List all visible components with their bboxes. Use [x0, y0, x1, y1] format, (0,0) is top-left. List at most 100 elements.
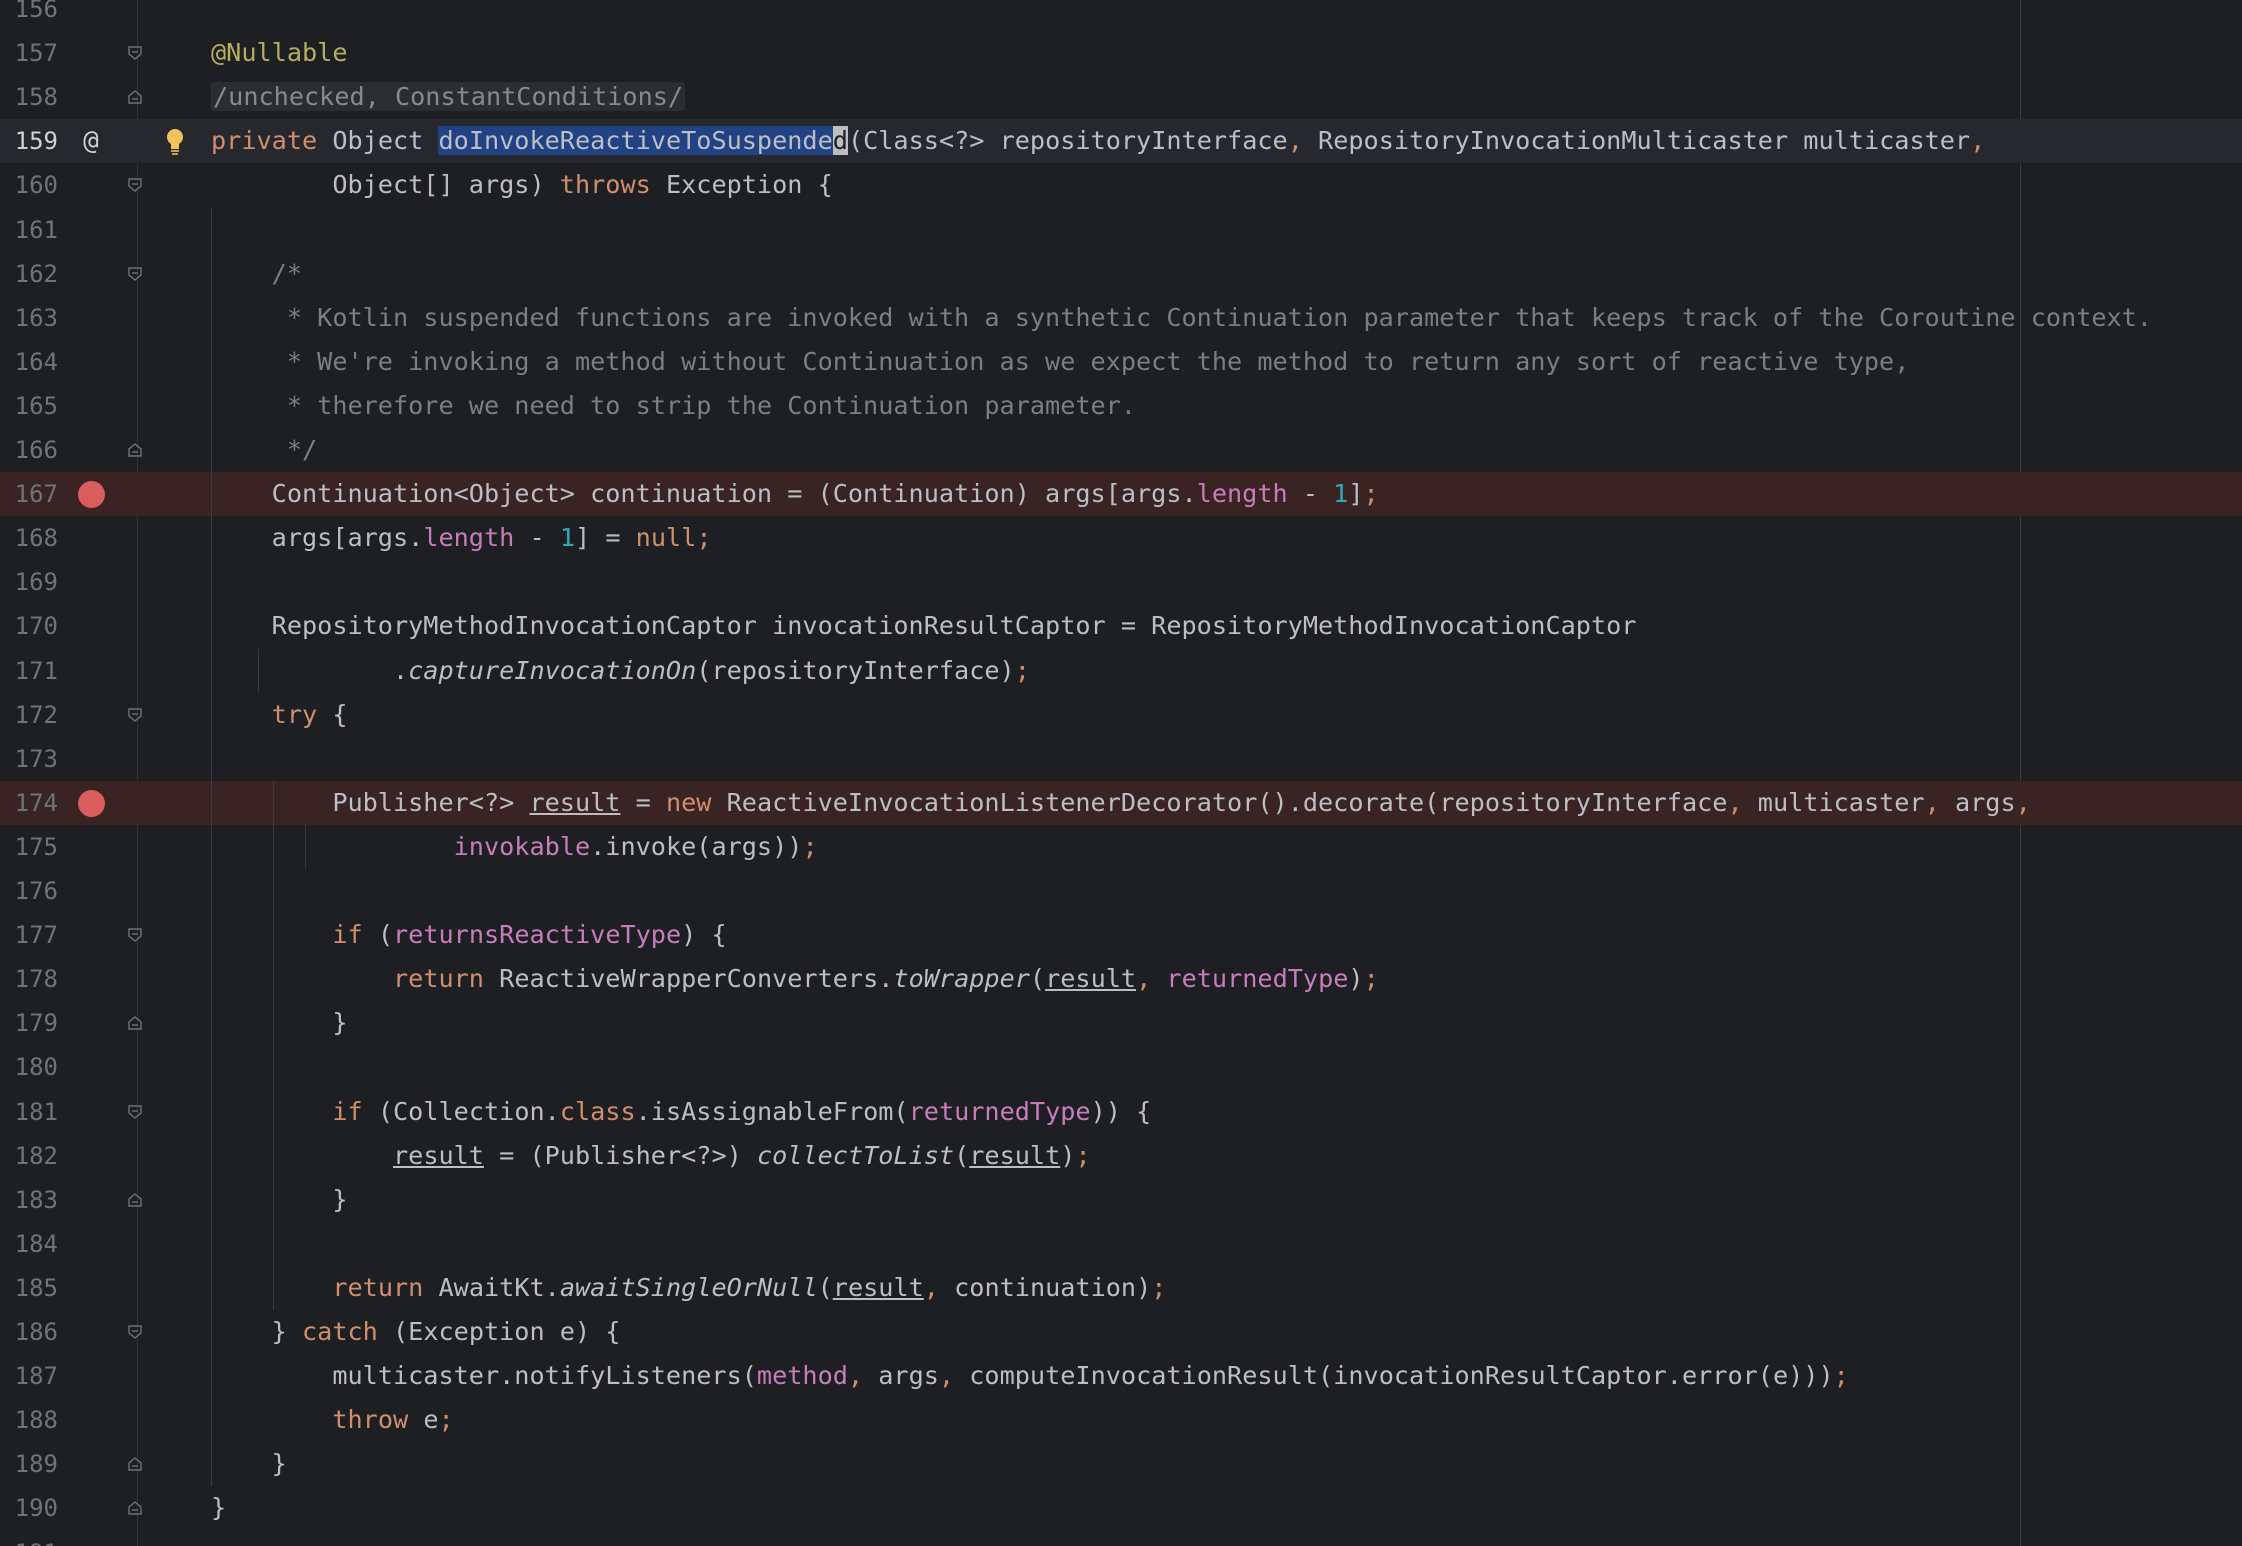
code-line-row[interactable]: 174 Publisher<?> result = new ReactiveIn…	[0, 780, 2242, 825]
code-line-row[interactable]: 182 result = (Publisher<?>) collectToLis…	[0, 1134, 2242, 1178]
code-line-row[interactable]: 187 multicaster.notifyListeners(method, …	[0, 1354, 2242, 1398]
line-number[interactable]: 172	[0, 693, 58, 737]
code-line-row[interactable]: 167 Continuation<Object> continuation = …	[0, 472, 2242, 517]
line-number[interactable]: 190	[0, 1486, 58, 1530]
code-text[interactable]: args[args.length - 1] = null;	[211, 516, 712, 560]
line-number[interactable]: 180	[0, 1045, 58, 1089]
fold-icon[interactable]	[127, 1192, 143, 1208]
line-number[interactable]: 176	[0, 869, 58, 913]
line-number[interactable]: 156	[0, 0, 58, 31]
code-text[interactable]: Continuation<Object> continuation = (Con…	[211, 472, 1379, 516]
code-line-row[interactable]: 161	[0, 208, 2242, 252]
code-line-row[interactable]: 164 * We're invoking a method without Co…	[0, 340, 2242, 384]
code-text[interactable]: }	[211, 1442, 287, 1486]
code-text[interactable]: private Object doInvokeReactiveToSuspend…	[211, 119, 1985, 163]
fold-icon[interactable]	[127, 45, 143, 61]
code-line-row[interactable]: 178 return ReactiveWrapperConverters.toW…	[0, 957, 2242, 1001]
line-number[interactable]: 174	[0, 781, 58, 825]
line-number[interactable]: 164	[0, 340, 58, 384]
line-number[interactable]: 170	[0, 604, 58, 648]
line-number[interactable]: 187	[0, 1354, 58, 1398]
code-line-row[interactable]: 176	[0, 869, 2242, 913]
line-number[interactable]: 185	[0, 1266, 58, 1310]
fold-icon[interactable]	[127, 1104, 143, 1120]
code-line-row[interactable]: 170 RepositoryMethodInvocationCaptor inv…	[0, 604, 2242, 648]
code-text[interactable]: multicaster.notifyListeners(method, args…	[211, 1354, 1848, 1398]
code-line-row[interactable]: 180	[0, 1045, 2242, 1089]
line-number[interactable]: 157	[0, 31, 58, 75]
code-text[interactable]: }	[211, 1178, 347, 1222]
code-line-row[interactable]: 188 throw e;	[0, 1398, 2242, 1442]
code-text[interactable]: throw e;	[211, 1398, 453, 1442]
code-line-row[interactable]: 177 if (returnsReactiveType) {	[0, 913, 2242, 957]
line-number[interactable]: 191	[0, 1531, 58, 1546]
fold-icon[interactable]	[127, 1324, 143, 1340]
code-text[interactable]: return ReactiveWrapperConverters.toWrapp…	[211, 957, 1379, 1001]
code-line-row[interactable]: 172 try {	[0, 693, 2242, 737]
line-number[interactable]: 163	[0, 296, 58, 340]
line-number[interactable]: 179	[0, 1001, 58, 1045]
code-text[interactable]: * We're invoking a method without Contin…	[211, 340, 1910, 384]
code-text[interactable]: }	[211, 1486, 226, 1530]
fold-icon[interactable]	[127, 1456, 143, 1472]
code-line-row[interactable]: 166 */	[0, 428, 2242, 472]
code-line-row[interactable]: 186 } catch (Exception e) {	[0, 1310, 2242, 1354]
line-number[interactable]: 177	[0, 913, 58, 957]
code-line-row[interactable]: 185 return AwaitKt.awaitSingleOrNull(res…	[0, 1266, 2242, 1310]
code-line-row[interactable]: 183 }	[0, 1178, 2242, 1222]
code-line-row[interactable]: 189 }	[0, 1442, 2242, 1486]
code-line-row[interactable]: 159 @ private Object doInvokeReactiveToSus…	[0, 119, 2242, 164]
code-line-row[interactable]: 157 @Nullable	[0, 31, 2242, 75]
line-number[interactable]: 183	[0, 1178, 58, 1222]
line-number[interactable]: 161	[0, 208, 58, 252]
code-text[interactable]: } catch (Exception e) {	[211, 1310, 621, 1354]
code-text[interactable]: /unchecked, ConstantConditions/	[211, 75, 686, 119]
code-text[interactable]: Object[] args) throws Exception {	[211, 163, 832, 207]
code-line-row[interactable]: 163 * Kotlin suspended functions are inv…	[0, 296, 2242, 340]
fold-icon[interactable]	[127, 89, 143, 105]
line-number[interactable]: 189	[0, 1442, 58, 1486]
line-number[interactable]: 169	[0, 560, 58, 604]
line-number[interactable]: 188	[0, 1398, 58, 1442]
lightbulb-icon[interactable]	[164, 127, 186, 157]
code-text[interactable]: .captureInvocationOn(repositoryInterface…	[211, 649, 1030, 693]
code-line-row[interactable]: 175 invokable.invoke(args));	[0, 825, 2242, 869]
fold-icon[interactable]	[127, 707, 143, 723]
line-number[interactable]: 181	[0, 1090, 58, 1134]
line-number[interactable]: 166	[0, 428, 58, 472]
line-number[interactable]: 178	[0, 957, 58, 1001]
fold-icon[interactable]	[127, 266, 143, 282]
code-line-row[interactable]: 169	[0, 560, 2242, 604]
line-number[interactable]: 160	[0, 163, 58, 207]
fold-icon[interactable]	[127, 177, 143, 193]
code-line-row[interactable]: 156	[0, 0, 2242, 31]
code-line-row[interactable]: 181 if (Collection.class.isAssignableFro…	[0, 1090, 2242, 1134]
code-text[interactable]: /*	[211, 252, 302, 296]
code-text[interactable]: * Kotlin suspended functions are invoked…	[211, 296, 2152, 340]
code-text[interactable]: */	[211, 428, 317, 472]
code-editor[interactable]: 156 157 @Nullable 158/unchecked, ConstantCo…	[0, 0, 2242, 1546]
line-number[interactable]: 186	[0, 1310, 58, 1354]
breakpoint-icon[interactable]	[78, 789, 105, 817]
line-number[interactable]: 171	[0, 649, 58, 693]
fold-icon[interactable]	[127, 927, 143, 943]
code-text[interactable]: Publisher<?> result = new ReactiveInvoca…	[211, 781, 2030, 825]
code-text[interactable]: RepositoryMethodInvocationCaptor invocat…	[211, 604, 1637, 648]
code-text[interactable]: try {	[211, 693, 348, 737]
line-number[interactable]: 182	[0, 1134, 58, 1178]
code-text[interactable]: return AwaitKt.awaitSingleOrNull(result,…	[211, 1266, 1166, 1310]
line-number[interactable]: 162	[0, 252, 58, 296]
selected-text[interactable]: doInvokeReactiveToSuspende	[438, 126, 833, 156]
line-number[interactable]: 175	[0, 825, 58, 869]
line-number[interactable]: 167	[0, 472, 58, 516]
code-text[interactable]: @Nullable	[211, 31, 347, 75]
breakpoint-icon[interactable]	[78, 481, 105, 509]
code-line-row[interactable]: 158/unchecked, ConstantConditions/	[0, 75, 2242, 119]
code-line-row[interactable]: 165 * therefore we need to strip the Con…	[0, 384, 2242, 428]
fold-icon[interactable]	[127, 1015, 143, 1031]
code-line-row[interactable]: 160 Object[] args) throws Exception {	[0, 163, 2242, 207]
line-number[interactable]: 159	[0, 119, 58, 163]
line-number[interactable]: 184	[0, 1222, 58, 1266]
code-line-row[interactable]: 190}	[0, 1486, 2242, 1530]
code-line-row[interactable]: 184	[0, 1222, 2242, 1266]
